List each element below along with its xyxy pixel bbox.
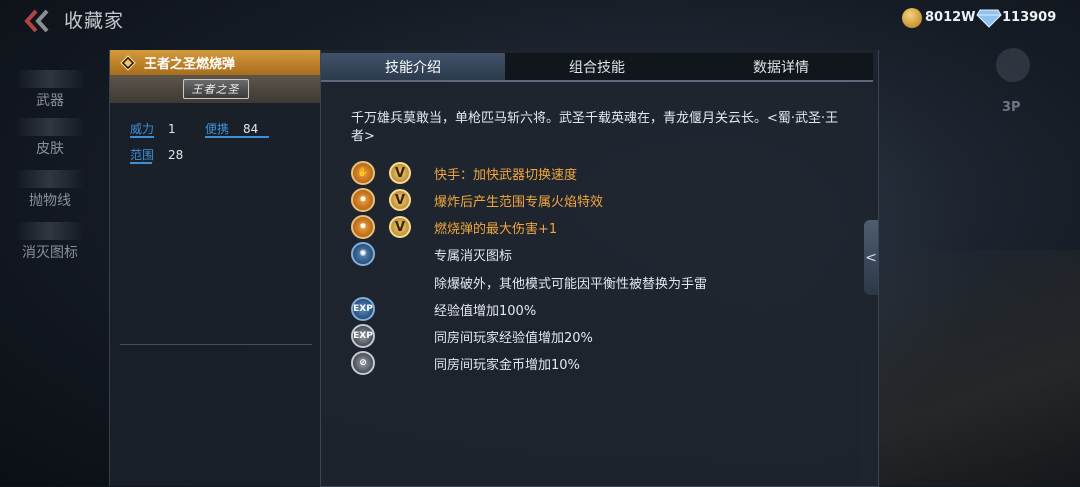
sidebar-item-label: 武器 — [36, 93, 64, 109]
item-header: 王者之圣燃烧弹 — [110, 50, 321, 75]
stat-label: 威力 — [130, 122, 155, 136]
sidebar-item-label: 抛物线 — [29, 193, 71, 209]
skill-text: 专属消灭图标 — [434, 248, 513, 264]
stat-label: 范围 — [130, 148, 155, 162]
stat-value: 84 — [243, 122, 259, 136]
stat-label: 便携 — [205, 122, 230, 136]
burn-damage-icon: ✹ — [351, 215, 375, 239]
rank-emblem-icon — [120, 54, 136, 71]
sidebar-item-skin[interactable]: 皮肤 — [0, 118, 100, 158]
third-person-toggle[interactable]: 3P — [1002, 100, 1021, 115]
v-rank-icon: V — [389, 216, 411, 238]
skill-row: ✸ V 爆炸后产生范围专属火焰特效 — [351, 188, 603, 212]
skill-text: 经验值增加100% — [434, 303, 537, 319]
skill-row: ✺ 专属消灭图标 — [351, 242, 512, 266]
weapon-silhouette-icon — [15, 70, 85, 88]
sidebar-item-label: 消灭图标 — [22, 245, 78, 261]
expand-panel-button[interactable]: < — [864, 220, 878, 295]
stat-value: 28 — [168, 148, 184, 162]
v-rank-icon: V — [389, 189, 411, 211]
skill-row: ⊘ 同房间玩家金币增加10% — [351, 351, 580, 375]
v-rank-icon: V — [389, 162, 411, 184]
sidebar-item-kill-icon[interactable]: 消灭图标 — [0, 222, 100, 262]
back-icon[interactable] — [22, 8, 52, 34]
skill-row: ✹ V 燃烧弹的最大伤害+1 — [351, 215, 557, 239]
exp-boost-icon: EXP — [351, 297, 375, 321]
trajectory-silhouette-icon — [15, 170, 85, 188]
series-badge-strip: 王者之圣 — [110, 75, 321, 103]
stat-power: 威力 1 — [130, 120, 176, 138]
tab-data-details[interactable]: 数据详情 — [689, 53, 873, 80]
diamond-icon — [976, 9, 1002, 28]
stat-underline — [205, 136, 269, 138]
stat-portable: 便携 84 — [205, 120, 269, 138]
room-gold-icon: ⊘ — [351, 351, 375, 375]
stat-value: 1 — [168, 122, 176, 136]
flame-explosion-icon: ✸ — [351, 188, 375, 212]
sidebar-item-trajectory[interactable]: 抛物线 — [0, 170, 100, 210]
kill-icon-icon: ✺ — [351, 242, 375, 266]
skill-text: 除爆破外，其他模式可能因平衡性被替换为手雷 — [434, 276, 708, 292]
fast-hand-icon: ✋ — [351, 161, 375, 185]
view-toggle-icon[interactable] — [996, 48, 1030, 82]
room-exp-icon: EXP — [351, 324, 375, 348]
page-title: 收藏家 — [64, 10, 125, 32]
skin-silhouette-icon — [15, 118, 85, 136]
kill-icon-silhouette-icon — [15, 222, 85, 240]
skill-text: 燃烧弹的最大伤害+1 — [434, 221, 558, 237]
diamond-amount: 113909 — [1002, 10, 1057, 25]
stat-range: 范围 28 — [130, 146, 184, 164]
skill-text: 快手：加快武器切换速度 — [434, 167, 578, 183]
skill-text: 爆炸后产生范围专属火焰特效 — [434, 194, 604, 210]
gold-coin-icon — [902, 8, 922, 28]
panel-divider — [120, 344, 312, 345]
sidebar-item-label: 皮肤 — [36, 141, 64, 157]
skill-text: 同房间玩家经验值增加20% — [434, 330, 593, 346]
item-info-panel: 王者之圣燃烧弹 王者之圣 威力 1 便携 84 范围 28 — [109, 50, 321, 486]
series-badge: 王者之圣 — [182, 79, 249, 99]
skill-row: EXP 经验值增加100% — [351, 297, 536, 321]
skill-panel: 技能介绍 组合技能 数据详情 千万雄兵莫敢当，单枪匹马斩六将。武圣千载英魂在，青… — [320, 50, 879, 487]
skill-row: ✋ V 快手：加快武器切换速度 — [351, 161, 577, 185]
gold-amount: 8012W — [925, 10, 976, 25]
background-scene — [860, 250, 1080, 486]
tab-underline — [321, 80, 873, 82]
tab-skill-intro[interactable]: 技能介绍 — [321, 53, 505, 80]
stat-underline — [130, 162, 152, 164]
item-description: 千万雄兵莫敢当，单枪匹马斩六将。武圣千载英魂在，青龙偃月关云长。<蜀·武圣·王者… — [351, 111, 839, 144]
tab-bar: 技能介绍 组合技能 数据详情 — [321, 53, 873, 80]
stat-underline — [130, 136, 154, 138]
skill-text: 同房间玩家金币增加10% — [434, 357, 580, 373]
tab-combo-skills[interactable]: 组合技能 — [505, 53, 689, 80]
sidebar-item-weapon[interactable]: 武器 — [0, 70, 100, 110]
item-name: 王者之圣燃烧弹 — [144, 57, 236, 72]
skill-row: EXP 同房间玩家经验值增加20% — [351, 324, 593, 348]
